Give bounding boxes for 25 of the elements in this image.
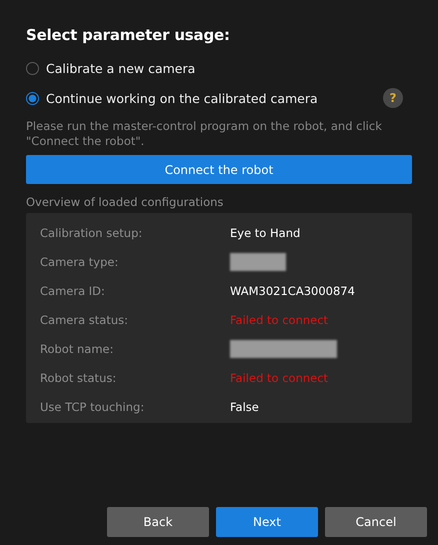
option-label[interactable]: Calibrate a new camera	[46, 60, 196, 76]
field-label: Camera type:	[40, 254, 120, 268]
dialog-button[interactable]: Back	[107, 507, 209, 537]
option-label[interactable]: Continue working on the calibrated camera	[46, 90, 318, 106]
field-label: Calibration setup:	[40, 226, 144, 240]
field-value: False	[230, 400, 259, 414]
field-label: Robot status:	[40, 370, 118, 384]
blurred-value	[230, 252, 286, 270]
section-label: Overview of loaded configurations	[26, 195, 224, 209]
dialog-heading: Select parameter usage:	[26, 26, 231, 44]
radio-button[interactable]	[26, 62, 39, 74]
dialog-button[interactable]: Next	[216, 507, 318, 537]
field-value: WAM3021CA3000874	[230, 284, 355, 298]
instruction-text: Please run the master-control program on the robot, and click "Connect the robot".	[26, 119, 383, 149]
field-label: Robot name:	[40, 342, 114, 356]
field-value: Eye to Hand	[230, 226, 300, 240]
field-label: Camera ID:	[40, 284, 106, 298]
dialog-button[interactable]: Cancel	[325, 507, 427, 537]
connect-button[interactable]: Connect the robot	[26, 155, 412, 184]
field-value: Failed to connect	[230, 312, 328, 326]
field-label: Use TCP touching:	[40, 400, 146, 414]
radio-button[interactable]	[26, 92, 39, 104]
field-label: Camera status:	[40, 312, 129, 326]
field-value: Failed to connect	[230, 370, 328, 384]
help-icon[interactable]: ?	[383, 88, 403, 108]
